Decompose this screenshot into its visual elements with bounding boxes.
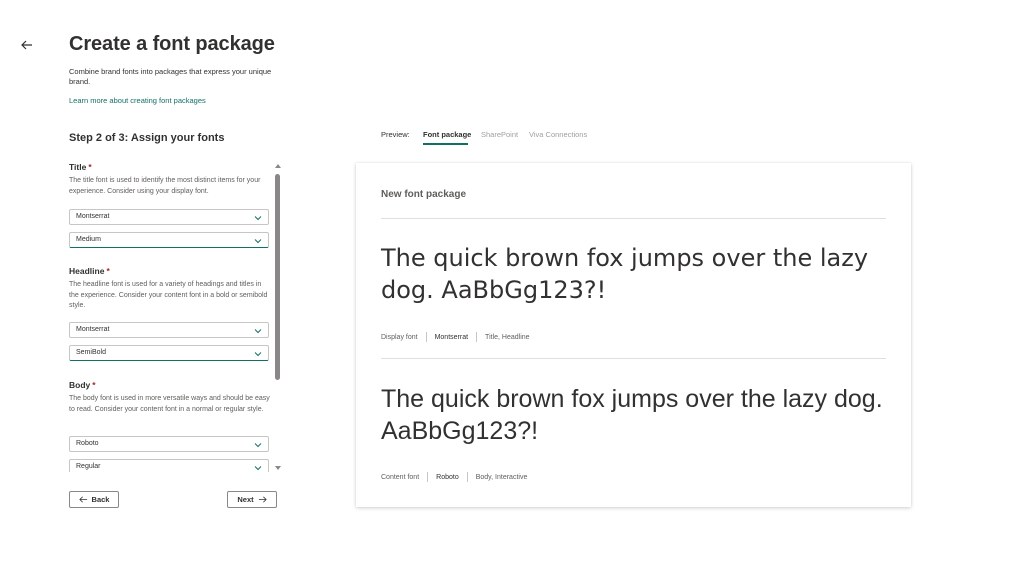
body-weight-value: Regular [76,463,101,470]
headline-section-label: Headline [69,266,105,276]
scroll-thumb[interactable] [275,174,280,380]
arrow-right-icon [258,496,267,503]
scroll-up-icon[interactable] [275,164,281,168]
display-font-kind: Display font [381,333,418,341]
learn-more-link[interactable]: Learn more about creating font packages [69,96,206,105]
headline-font-value: Montserrat [76,326,110,333]
separator [466,472,468,482]
chevron-down-icon [254,441,262,449]
tab-sharepoint[interactable]: SharePoint [481,130,518,139]
required-marker: * [88,162,92,172]
chevron-down-icon [254,327,262,335]
content-font-name: Roboto [436,473,459,481]
body-font-value: Roboto [76,440,99,447]
content-font-usage: Body, Interactive [475,473,528,481]
chevron-down-icon [254,214,262,222]
active-tab-indicator [423,143,468,145]
divider [381,358,886,359]
back-button-label: Back [91,495,110,504]
separator [425,332,427,342]
font-package-name: New font package [381,189,467,200]
title-font-dropdown[interactable]: Montserrat [69,209,269,225]
chevron-down-icon [254,237,262,245]
display-font-name: Montserrat [434,333,469,341]
headline-font-dropdown[interactable]: Montserrat [69,322,269,338]
page-subtitle: Combine brand fonts into packages that e… [69,67,272,86]
form-scrollbar[interactable] [274,164,282,470]
required-marker: * [106,266,110,276]
font-assignment-form: Title * The title font is used to identif… [69,162,271,472]
headline-section-description: The headline font is used for a variety … [69,281,268,309]
page-title: Create a font package [69,33,275,55]
display-font-sample: The quick brown fox jumps over the lazy … [381,244,869,304]
body-section-label: Body [69,380,91,390]
divider [381,218,886,219]
body-weight-dropdown[interactable]: Regular [69,459,269,472]
step-heading: Step 2 of 3: Assign your fonts [69,132,225,144]
separator [427,472,429,482]
body-section-heading: Body * [69,380,271,390]
title-font-value: Montserrat [76,213,110,220]
back-button[interactable]: Back [69,491,119,508]
body-section: Body * The body font is used in more vers… [69,380,271,415]
display-font-meta: Display font Montserrat Title, Headline [381,332,530,342]
next-button[interactable]: Next [227,491,277,508]
body-section-description: The body font is used in more versatile … [69,395,270,413]
display-font-usage: Title, Headline [485,333,530,341]
body-font-dropdown[interactable]: Roboto [69,436,269,452]
back-arrow-icon[interactable] [19,37,35,53]
scroll-down-icon[interactable] [275,466,281,470]
separator [476,332,478,342]
title-section-heading: Title * [69,162,271,172]
arrow-left-icon [78,496,87,503]
content-font-meta: Content font Roboto Body, Interactive [381,472,527,482]
tab-font-package[interactable]: Font package [423,130,471,139]
next-button-label: Next [237,495,254,504]
headline-weight-dropdown[interactable]: SemiBold [69,345,269,361]
headline-section-heading: Headline * [69,266,271,276]
preview-card: New font package The quick brown fox jum… [356,163,911,507]
headline-section: Headline * The headline font is used for … [69,266,271,312]
headline-weight-value: SemiBold [76,349,106,356]
chevron-down-icon [254,464,262,472]
title-section-label: Title [69,162,87,172]
required-marker: * [92,380,96,390]
tab-viva-connections[interactable]: Viva Connections [529,130,587,139]
content-font-sample: The quick brown fox jumps over the lazy … [381,385,883,445]
chevron-down-icon [254,350,262,358]
title-section-description: The title font is used to identify the m… [69,177,261,195]
content-font-kind: Content font [381,473,420,481]
title-weight-dropdown[interactable]: Medium [69,232,269,248]
title-weight-value: Medium [76,236,101,243]
preview-label: Preview: [381,130,410,139]
title-section: Title * The title font is used to identif… [69,162,271,197]
